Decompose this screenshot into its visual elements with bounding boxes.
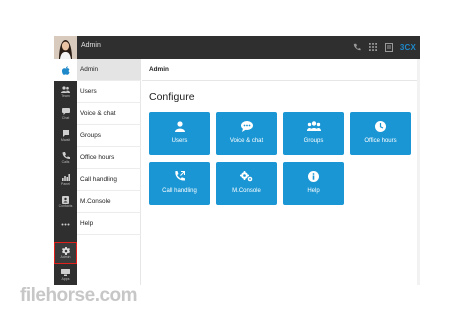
gear-icon: [61, 246, 71, 255]
team-icon: [61, 86, 71, 94]
rail-item-contacts[interactable]: Contacts: [54, 191, 77, 213]
top-bar-actions: 3CX: [352, 41, 416, 53]
rail-label-contacts: Contacts: [58, 203, 73, 208]
apple-icon: [61, 65, 71, 75]
watermark-text: filehorse: [20, 285, 95, 306]
icon-rail: Team Chat Mwait Calls Panel Contacts Adm…: [54, 59, 77, 285]
tile-users[interactable]: Users: [149, 112, 210, 155]
submenu-item-office-hours[interactable]: Office hours: [77, 147, 141, 169]
tile-voice-chat[interactable]: Voice & chat: [216, 112, 277, 155]
submenu-item-admin[interactable]: Admin: [77, 59, 141, 81]
tile-m-console[interactable]: M.Console: [216, 162, 277, 205]
rail-label-chat: Chat: [61, 115, 70, 120]
keypad-icon[interactable]: [368, 41, 378, 53]
watermark-suffix: .com: [94, 285, 138, 306]
main-header: Admin: [142, 59, 420, 81]
rail-item-app[interactable]: [54, 59, 77, 81]
vertical-scrollbar[interactable]: [417, 59, 420, 285]
avatar[interactable]: [54, 36, 77, 59]
clock-icon: [374, 120, 388, 132]
tile-label-voice-chat: Voice & chat: [229, 138, 264, 144]
panel-icon: [61, 174, 71, 182]
rail-label-apps: Apps: [61, 276, 70, 281]
group-icon: [306, 120, 321, 132]
main-header-title: Admin: [149, 66, 169, 73]
tile-label-office-hours: Office hours: [364, 138, 397, 144]
chat-bubble-icon: [240, 120, 254, 132]
rail-item-apps[interactable]: Apps: [54, 264, 77, 285]
rail-item-voicemail[interactable]: Mwait: [54, 125, 77, 147]
rail-label-admin: Admin: [60, 254, 71, 259]
tile-call-handling[interactable]: Call handling: [149, 162, 210, 205]
contacts-icon: [61, 195, 71, 204]
rail-item-panel[interactable]: Panel: [54, 169, 77, 191]
rail-label-calls: Calls: [61, 159, 70, 164]
tile-label-help: Help: [307, 188, 320, 194]
rail-item-admin[interactable]: Admin: [54, 242, 77, 264]
user-icon: [173, 120, 187, 132]
submenu-item-groups[interactable]: Groups: [77, 125, 141, 147]
phone-icon[interactable]: [352, 41, 362, 53]
gears-icon: [240, 170, 254, 182]
watermark: filehorse.com: [20, 285, 138, 307]
more-icon: [61, 220, 71, 228]
tile-office-hours[interactable]: Office hours: [350, 112, 411, 155]
current-user-name: Admin: [81, 42, 101, 49]
tile-label-users: Users: [171, 138, 188, 144]
app-window: Admin 3CX Team Chat Mwait Calls Panel Co…: [54, 36, 420, 285]
contacts-book-icon[interactable]: [384, 41, 394, 53]
tile-label-call-handling: Call handling: [162, 188, 197, 194]
submenu-item-voice-chat[interactable]: Voice & chat: [77, 103, 141, 125]
tile-help[interactable]: Help: [283, 162, 344, 205]
voicemail-icon: [61, 130, 71, 138]
admin-submenu: Admin Users Voice & chat Groups Office h…: [77, 59, 141, 285]
info-icon: [307, 170, 321, 182]
submenu-item-help[interactable]: Help: [77, 213, 141, 235]
tile-label-groups: Groups: [303, 138, 324, 144]
chat-icon: [61, 108, 71, 116]
tile-label-m-console: M.Console: [232, 188, 261, 194]
rail-item-more[interactable]: [54, 213, 77, 235]
tile-groups[interactable]: Groups: [283, 112, 344, 155]
rail-label-panel: Panel: [61, 181, 70, 186]
calls-icon: [61, 151, 71, 160]
submenu-item-users[interactable]: Users: [77, 81, 141, 103]
rail-item-chat[interactable]: Chat: [54, 103, 77, 125]
rail-label-voicemail: Mwait: [60, 137, 71, 142]
rail-item-team[interactable]: Team: [54, 81, 77, 103]
submenu-item-m-console[interactable]: M.Console: [77, 191, 141, 213]
brand-logo: 3CX: [399, 42, 416, 52]
rail-label-team: Team: [61, 93, 70, 98]
page-title: Configure: [149, 91, 195, 103]
phone-forward-icon: [173, 170, 187, 182]
top-bar: Admin 3CX: [54, 36, 420, 59]
submenu-item-call-handling[interactable]: Call handling: [77, 169, 141, 191]
apps-icon: [61, 269, 71, 277]
rail-item-calls[interactable]: Calls: [54, 147, 77, 169]
